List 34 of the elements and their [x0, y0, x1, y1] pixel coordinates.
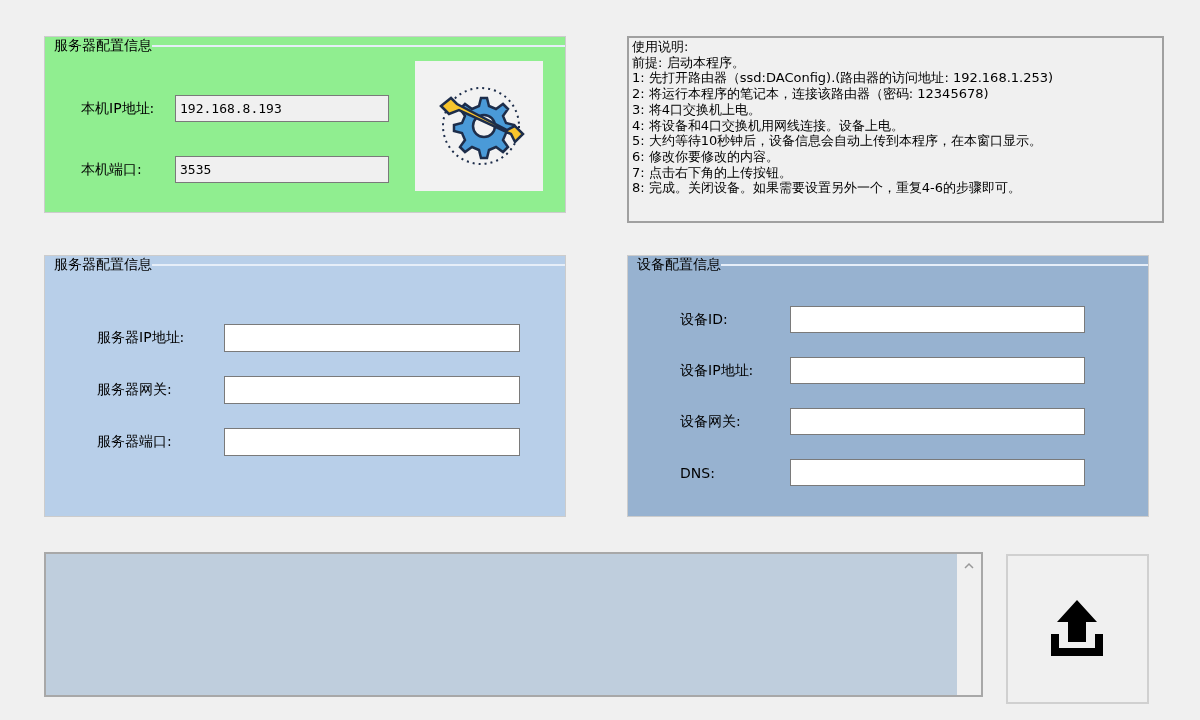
input-field[interactable]: 3535 — [175, 156, 389, 183]
input-field[interactable]: 192.168.8.193 — [175, 95, 389, 122]
field-label: 设备ID: — [680, 310, 729, 329]
field-label: 设备网关: — [680, 412, 742, 431]
upload-button[interactable] — [1005, 554, 1149, 704]
scroll-up-icon[interactable] — [963, 562, 974, 569]
field-label: 本机端口: — [81, 160, 143, 179]
instruction-line: 3: 将4口交换机上电。 — [632, 101, 763, 118]
scrollbar[interactable] — [956, 554, 981, 695]
input-field[interactable] — [790, 408, 1085, 435]
input-field[interactable] — [224, 376, 520, 404]
input-field[interactable] — [790, 357, 1085, 384]
instruction-line: 8: 完成。关闭设备。如果需要设置另外一个，重复4-6的步骤即可。 — [632, 180, 1023, 197]
panel-title: 服务器配置信息 — [54, 256, 152, 272]
field-label: 服务器IP地址: — [97, 329, 186, 347]
field-label: 本机IP地址: — [81, 99, 156, 118]
field-label: 服务器端口: — [97, 433, 173, 451]
instruction-line: 4: 将设备和4口交换机用网线连接。设备上电。 — [632, 117, 906, 134]
field-label: DNS: — [680, 464, 716, 481]
field-label: 服务器网关: — [97, 381, 173, 399]
panel-title: 服务器配置信息 — [54, 37, 152, 53]
input-field[interactable] — [224, 324, 520, 352]
instruction-line: 使用说明: — [632, 39, 690, 55]
instruction-line: 2: 将运行本程序的笔记本，连接该路由器（密码: 12345678) — [632, 86, 990, 102]
panel-title: 设备配置信息 — [637, 256, 721, 272]
instruction-line: 7: 点击右下角的上传按钮。 — [632, 164, 793, 181]
input-field[interactable] — [790, 306, 1085, 333]
instruction-line: 前提: 启动本程序。 — [632, 54, 746, 71]
instruction-line: 6: 修改你要修改的内容。 — [632, 148, 780, 165]
field-label: 设备IP地址: — [680, 361, 755, 380]
instruction-line: 1: 先打开路由器（ssd:DAConfig).(路由器的访问地址: 192.168.1.253) — [632, 70, 1055, 87]
input-field[interactable] — [790, 459, 1085, 486]
input-field[interactable] — [224, 428, 520, 456]
instruction-line: 5: 大约等待10秒钟后，设备信息会自动上传到本程序，在本窗口显示。 — [632, 133, 1044, 149]
